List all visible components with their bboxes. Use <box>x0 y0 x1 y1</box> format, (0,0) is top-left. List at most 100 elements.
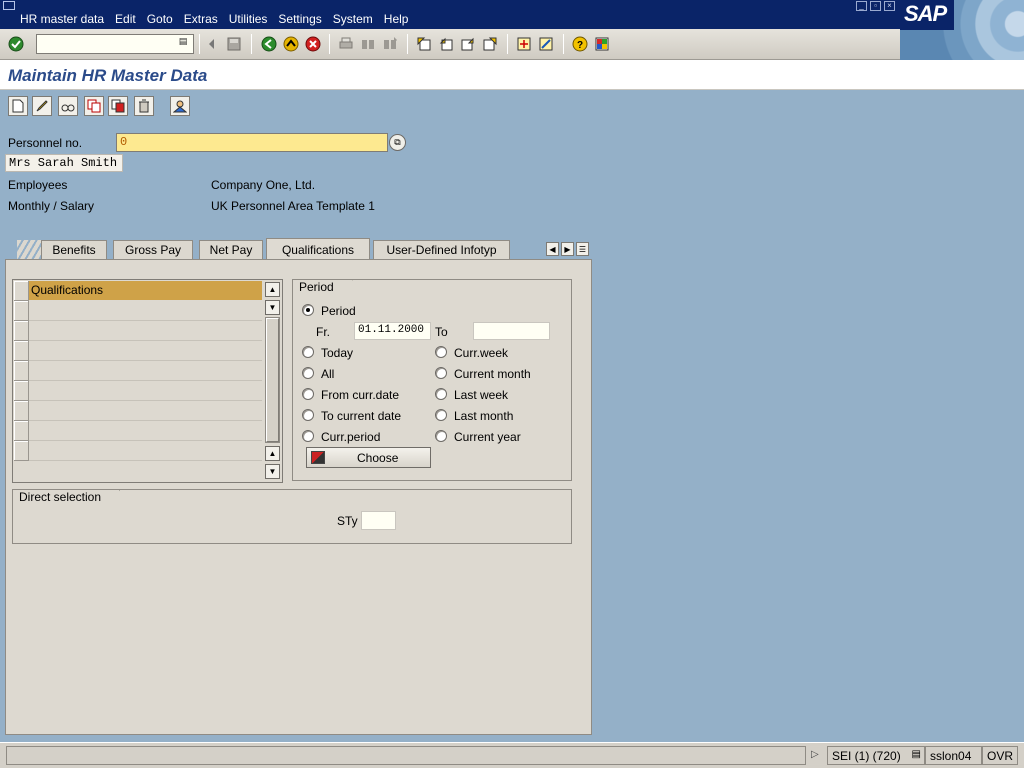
radio-left-2[interactable] <box>302 388 314 400</box>
radio-period-label: Period <box>321 304 356 318</box>
window-menu-icon[interactable] <box>3 1 15 10</box>
subtype-input[interactable] <box>361 511 396 530</box>
tab-list-icon[interactable]: ☰ <box>576 242 589 256</box>
toolbar-separator <box>329 34 330 54</box>
tab-scroll-right-icon[interactable]: ▶ <box>561 242 574 256</box>
print-icon[interactable] <box>337 35 355 53</box>
radio-right-3[interactable] <box>435 409 447 421</box>
back-icon[interactable] <box>260 35 278 53</box>
radio-right-2[interactable] <box>435 388 447 400</box>
radio-left-0[interactable] <box>302 346 314 358</box>
restore-icon[interactable]: ▫ <box>870 1 881 11</box>
status-expand-icon[interactable]: ▷ <box>811 749 819 760</box>
row-selector[interactable] <box>14 421 29 441</box>
menu-goto[interactable]: Goto <box>147 12 173 26</box>
scroll-down-icon[interactable]: ▼ <box>265 300 280 315</box>
title-bar: Maintain HR Master Data <box>0 60 1024 90</box>
radio-left-3[interactable] <box>302 409 314 421</box>
scroll-up-icon[interactable]: ▲ <box>265 282 280 297</box>
tab-qualifications[interactable]: Qualifications <box>266 238 370 260</box>
choose-button[interactable]: Choose <box>306 447 431 468</box>
row-selector[interactable] <box>14 401 29 421</box>
row-selector[interactable] <box>14 361 29 381</box>
toolbar-separator <box>251 34 252 54</box>
delete-icon[interactable] <box>134 96 154 116</box>
create-icon[interactable] <box>8 96 28 116</box>
cancel-icon[interactable] <box>304 35 322 53</box>
enter-icon[interactable] <box>7 35 25 53</box>
radio-label: From curr.date <box>321 388 400 402</box>
radio-right-4[interactable] <box>435 430 447 442</box>
list-item[interactable] <box>29 321 262 341</box>
scroll-up-icon[interactable]: ▲ <box>265 446 280 461</box>
display-icon[interactable] <box>58 96 78 116</box>
shortcut-icon[interactable] <box>537 35 555 53</box>
previous-page-icon[interactable] <box>437 35 455 53</box>
radio-left-1[interactable] <box>302 367 314 379</box>
tab-scroll-left-icon[interactable]: ◀ <box>546 242 559 256</box>
last-page-icon[interactable] <box>481 35 499 53</box>
menu-bar: HR master data Edit Goto Extras Utilitie… <box>0 0 1024 29</box>
menu-hr-master-data[interactable]: HR master data <box>20 12 104 26</box>
scroll-down-icon[interactable]: ▼ <box>265 464 280 479</box>
standard-toolbar: ▤ ? <box>0 29 900 60</box>
search-help-icon[interactable]: ⧉ <box>389 134 406 151</box>
copy-icon[interactable] <box>84 96 104 116</box>
menu-system[interactable]: System <box>333 12 373 26</box>
list-item[interactable] <box>29 341 262 361</box>
change-icon[interactable] <box>32 96 52 116</box>
layout-icon[interactable] <box>593 35 611 53</box>
first-page-icon[interactable] <box>415 35 433 53</box>
session-info: SEI (1) (720) ▤ <box>827 746 925 765</box>
list-item[interactable] <box>29 301 262 321</box>
personnel-no-input[interactable]: 0 <box>116 133 388 152</box>
row-selector[interactable] <box>14 381 29 401</box>
radio-right-1[interactable] <box>435 367 447 379</box>
tab-benefits[interactable]: Benefits <box>41 240 107 259</box>
from-date-input[interactable]: 01.11.2000 <box>354 322 431 340</box>
exit-icon[interactable] <box>282 35 300 53</box>
help-icon[interactable]: ? <box>571 35 589 53</box>
back-nav-icon[interactable] <box>203 35 221 53</box>
list-item[interactable] <box>29 441 262 461</box>
menu-edit[interactable]: Edit <box>115 12 136 26</box>
next-page-icon[interactable] <box>459 35 477 53</box>
infotype-row-selected[interactable]: Qualifications <box>29 281 262 300</box>
toolbar-separator <box>507 34 508 54</box>
tab-user-defined-infotyp[interactable]: User-Defined Infotyp <box>373 240 510 259</box>
tab-gross-pay[interactable]: Gross Pay <box>113 240 193 259</box>
find-next-icon[interactable] <box>381 35 399 53</box>
scrollbar-thumb[interactable] <box>266 318 279 442</box>
search-person-icon[interactable] <box>170 96 190 116</box>
row-selector[interactable] <box>14 441 29 461</box>
to-date-input[interactable] <box>473 322 550 340</box>
command-field[interactable] <box>36 34 194 54</box>
find-icon[interactable] <box>359 35 377 53</box>
command-dropdown-icon[interactable]: ▤ <box>177 36 189 50</box>
row-selector[interactable] <box>14 281 29 301</box>
row-selector[interactable] <box>14 341 29 361</box>
tab-scroll-decoration <box>17 240 43 259</box>
minimize-icon[interactable]: _ <box>856 1 867 11</box>
session-list-icon[interactable]: ▤ <box>912 749 921 760</box>
payroll-label: Monthly / Salary <box>8 199 95 213</box>
list-item[interactable] <box>29 401 262 421</box>
save-icon[interactable] <box>225 35 243 53</box>
menu-extras[interactable]: Extras <box>184 12 218 26</box>
window-controls: _ ▫ × <box>856 1 895 11</box>
radio-period[interactable] <box>302 304 314 316</box>
row-selector[interactable] <box>14 321 29 341</box>
new-session-icon[interactable] <box>515 35 533 53</box>
radio-left-4[interactable] <box>302 430 314 442</box>
list-item[interactable] <box>29 381 262 401</box>
menu-help[interactable]: Help <box>384 12 409 26</box>
radio-right-0[interactable] <box>435 346 447 358</box>
list-item[interactable] <box>29 361 262 381</box>
list-item[interactable] <box>29 421 262 441</box>
close-icon[interactable]: × <box>884 1 895 11</box>
tab-net-pay[interactable]: Net Pay <box>199 240 263 259</box>
menu-settings[interactable]: Settings <box>278 12 321 26</box>
row-selector[interactable] <box>14 301 29 321</box>
delimit-icon[interactable] <box>108 96 128 116</box>
menu-utilities[interactable]: Utilities <box>229 12 268 26</box>
